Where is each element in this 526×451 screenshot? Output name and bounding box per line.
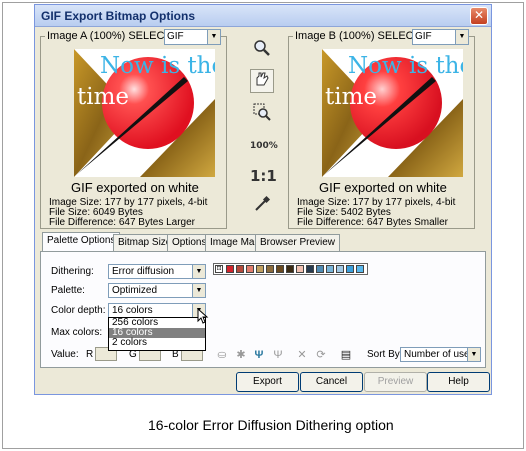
tab-browser-preview[interactable]: Browser Preview [255, 234, 341, 251]
palette-swatch[interactable] [316, 265, 324, 273]
palette-swatches: ⊡ [213, 263, 368, 275]
close-button[interactable]: ✕ [470, 7, 488, 25]
dialog-title: GIF Export Bitmap Options [41, 9, 196, 23]
image-b-preview: Now is the time [322, 49, 463, 177]
palette-swatch[interactable] [226, 265, 234, 273]
chevron-down-icon[interactable]: ▼ [192, 265, 205, 278]
sort-by-value: Number of uses [404, 349, 475, 360]
preview-toolbar: 100% 1:1 [248, 39, 278, 219]
dithering-value: Error diffusion [112, 266, 175, 277]
dithering-select[interactable]: Error diffusion ▼ [108, 264, 206, 279]
palette-swatch[interactable] [336, 265, 344, 273]
color-depth-select[interactable]: 16 colors ▼ [108, 303, 206, 318]
web-safe-icon[interactable]: ✱ [234, 348, 248, 362]
image-a-panel: Image A (100%) SELECTED GIF ▼ Now is the… [40, 29, 227, 229]
option-2-colors[interactable]: 2 colors [109, 338, 205, 348]
palette-select[interactable]: Optimized ▼ [108, 283, 206, 298]
save-palette-icon[interactable]: ▤ [339, 348, 353, 362]
palette-swatch[interactable] [256, 265, 264, 273]
palette-swatch[interactable] [306, 265, 314, 273]
art-text-time: time [77, 84, 130, 110]
lock-icon[interactable]: ⊡ [215, 265, 223, 273]
palette-options-panel: Dithering: Error diffusion ▼ Palette: Op… [40, 251, 486, 368]
mouse-cursor-icon [197, 308, 209, 324]
image-b-caption: GIF exported on white [319, 180, 447, 195]
color-depth-dropdown: 256 colors 16 colors 2 colors [108, 317, 206, 351]
palette-swatch[interactable] [296, 265, 304, 273]
image-a-format-select[interactable]: GIF ▼ [164, 29, 221, 45]
chevron-down-icon[interactable]: ▼ [192, 284, 205, 297]
export-button[interactable]: Export [236, 372, 299, 392]
chevron-down-icon[interactable]: ▼ [467, 348, 480, 361]
sort-by-select[interactable]: Number of uses ▼ [400, 347, 481, 362]
sort-by-label: Sort By: [367, 349, 403, 360]
color-depth-value: 16 colors [112, 305, 153, 316]
max-colors-label: Max colors: [51, 327, 103, 338]
zoom-region-icon[interactable] [250, 103, 274, 127]
image-b-panel: Image B (100%) SELECTED GIF ▼ Now is the… [288, 29, 475, 229]
preview-button[interactable]: Preview [364, 372, 427, 392]
chevron-down-icon[interactable]: ▼ [207, 30, 220, 44]
chevron-down-icon[interactable]: ▼ [455, 30, 468, 44]
title-bar: GIF Export Bitmap Options ✕ [35, 5, 491, 27]
palette-swatch[interactable] [286, 265, 294, 273]
palette-swatch[interactable] [246, 265, 254, 273]
eyedropper-icon[interactable] [250, 195, 274, 219]
options-tabs: Palette Options Bitmap Size Options Imag… [40, 232, 486, 368]
palette-swatch[interactable] [236, 265, 244, 273]
dithering-label: Dithering: [51, 266, 94, 277]
palette-value: Optimized [112, 285, 158, 296]
art-text-time: time [325, 84, 378, 110]
palette-swatch[interactable] [356, 265, 364, 273]
image-b-difference: File Difference: 647 Bytes Smaller [297, 217, 448, 228]
palette-swatch[interactable] [326, 265, 334, 273]
actual-size-button[interactable]: 1:1 [250, 164, 277, 188]
transparent-icon[interactable]: Ψ [252, 348, 266, 362]
value-label: Value: [51, 349, 79, 360]
image-a-caption: GIF exported on white [71, 180, 199, 195]
zoom-icon[interactable] [250, 39, 274, 63]
zoom-100-button[interactable]: 100% [250, 134, 278, 158]
palette-swatch[interactable] [276, 265, 284, 273]
figure-caption: 16-color Error Diffusion Dithering optio… [148, 417, 394, 433]
color-depth-label: Color depth: [51, 305, 106, 316]
palette-label: Palette: [51, 285, 85, 296]
art-text-now: Now is the [100, 53, 215, 79]
delete-color-icon[interactable]: ✕ [295, 348, 309, 362]
hand-icon[interactable] [250, 69, 274, 93]
palette-swatch[interactable] [266, 265, 274, 273]
cancel-button[interactable]: Cancel [300, 372, 363, 392]
image-a-preview: Now is the time [74, 49, 215, 177]
gif-export-dialog: GIF Export Bitmap Options ✕ Image A (100… [34, 4, 492, 395]
lock-color-icon[interactable]: ⛀ [215, 348, 229, 362]
palette-swatch[interactable] [346, 265, 354, 273]
system-color-icon[interactable]: Ψ [271, 348, 285, 362]
art-text-now: Now is the [348, 53, 463, 79]
tab-palette-options[interactable]: Palette Options [42, 232, 121, 252]
help-button[interactable]: Help [427, 372, 490, 392]
image-b-format-select[interactable]: GIF ▼ [412, 29, 469, 45]
image-a-difference: File Difference: 647 Bytes Larger [49, 217, 196, 228]
image-b-format-value: GIF [415, 31, 432, 42]
r-label: R [86, 349, 94, 360]
restore-color-icon[interactable]: ⟳ [314, 348, 328, 362]
image-a-format-value: GIF [167, 31, 184, 42]
